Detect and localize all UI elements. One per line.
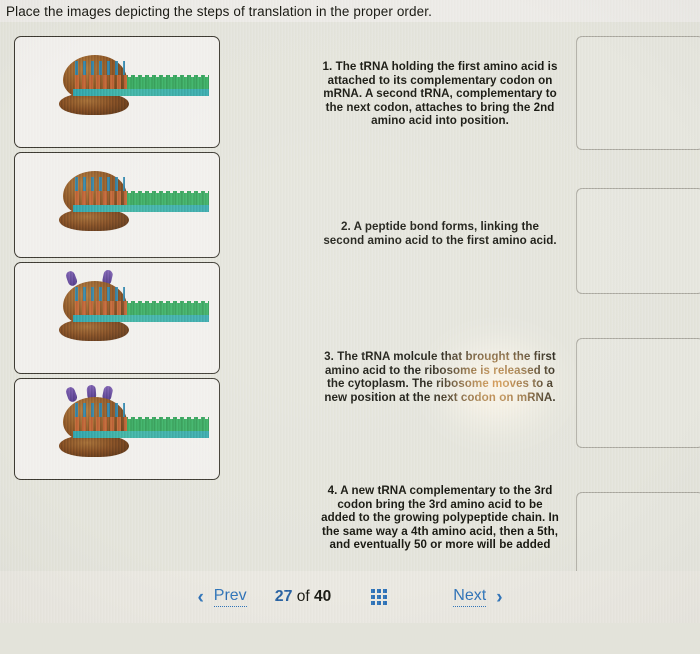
page-counter: 27 of 40 — [275, 588, 332, 606]
next-chevron-icon[interactable]: › — [496, 588, 502, 607]
drop-zone-list — [576, 36, 700, 654]
draggable-image-2[interactable] — [14, 152, 220, 258]
grid-view-icon[interactable] — [371, 589, 388, 605]
drop-zone-1[interactable] — [576, 36, 700, 150]
step-body-2: A peptide bond forms, linking the second… — [323, 220, 557, 247]
ribosome-illustration-icon — [57, 47, 217, 131]
step-number-3: 3. — [324, 350, 334, 363]
step-body-1: The tRNA holding the first amino acid is… — [323, 60, 558, 128]
question-prompt: Place the images depicting the steps of … — [6, 3, 432, 19]
of-label: of — [296, 588, 310, 605]
prev-chevron-icon[interactable]: ‹ — [197, 588, 203, 607]
step-text-2: 2. A peptide bond forms, linking the sec… — [320, 220, 560, 247]
next-button[interactable]: Next — [453, 587, 487, 607]
ribosome-illustration-icon — [57, 163, 217, 247]
step-text-3: 3. The tRNA molcule that brought the fir… — [320, 350, 560, 404]
draggable-image-3[interactable] — [14, 262, 220, 374]
draggable-image-1[interactable] — [14, 36, 220, 148]
step-number-1: 1. — [322, 60, 333, 73]
current-page: 27 — [274, 588, 293, 605]
ribosome-illustration-icon — [57, 384, 217, 473]
drop-zone-2[interactable] — [576, 188, 700, 294]
pagination-bar: ‹ Prev 27 of 40 Next › — [0, 571, 700, 623]
step-body-3: The tRNA molcule that brought the first … — [324, 350, 556, 404]
total-pages: 40 — [314, 588, 332, 605]
step-text-1: 1. The tRNA holding the first amino acid… — [320, 60, 560, 128]
drop-zone-3[interactable] — [576, 338, 700, 448]
prev-button[interactable]: Prev — [213, 587, 247, 607]
step-text-4: 4. A new tRNA complementary to the 3rd c… — [320, 484, 560, 562]
answer-bank — [14, 36, 222, 484]
question-header: Place the images depicting the steps of … — [0, 0, 700, 22]
step-number-2: 2. — [340, 220, 351, 233]
draggable-image-4[interactable] — [14, 378, 220, 480]
step-number-4: 4. — [327, 484, 338, 497]
step-body-4: A new tRNA complementary to the 3rd codo… — [321, 484, 559, 552]
ribosome-illustration-icon — [57, 269, 217, 357]
